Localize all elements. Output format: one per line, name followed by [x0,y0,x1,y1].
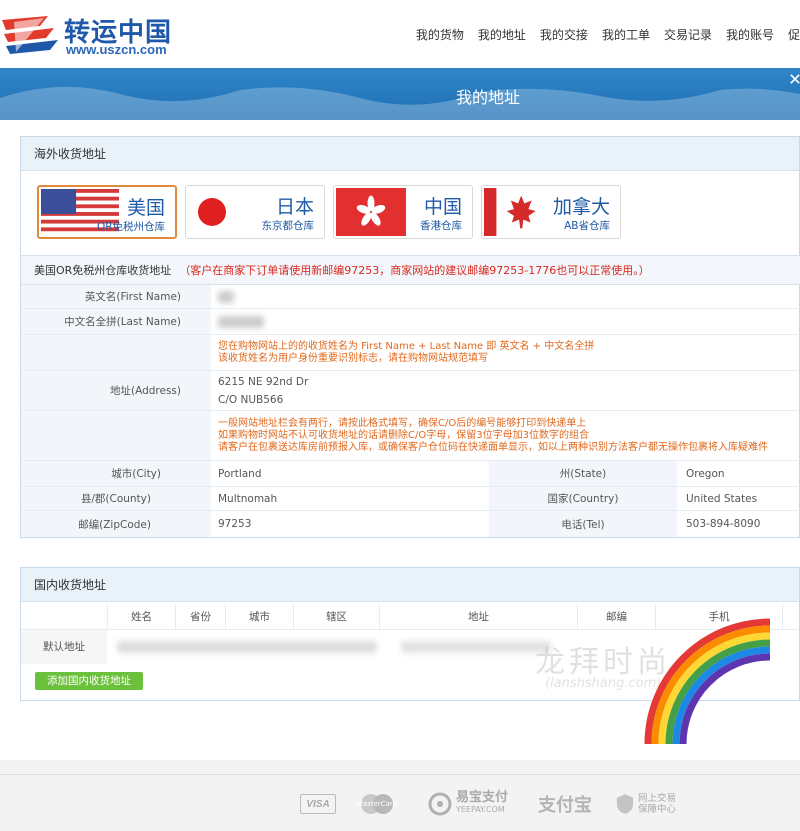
city-label: 城市(City) [21,461,211,486]
county-value[interactable]: Multnomah [218,487,277,510]
overseas-address-panel: 海外收货地址 美国 OR免税州仓库 日本 东京都仓库 中国 香港仓库 加拿大 A… [20,136,800,538]
trust-center-logo: 网上交易 保障中心 [606,790,686,818]
footer-divider [0,774,800,775]
warehouse-name: 日本 [275,196,314,218]
yeepay-logo: 易宝支付 YEEPAY.COM [414,790,522,818]
domestic-panel-title: 国内收货地址 [21,568,799,602]
address-tip-3: 请客户在包裹送达库房前预报入库，或确保客户仓位码在快递面单显示，如以上两种识别方… [218,441,768,453]
county-label: 县/郡(County) [21,487,211,510]
warehouse-name: 美国 [126,197,165,219]
rainbow-sticker-icon [644,618,770,744]
address-label: 地址(Address) [21,371,211,410]
yeepay-sub: YEEPAY.COM [455,805,505,814]
yeepay-icon [428,792,452,816]
address-line1[interactable]: 6215 NE 92nd Dr [218,376,308,388]
visa-logo: VISA [300,794,336,814]
top-header: 转运中国 www.uszcn.com 我的货物 我的地址 我的交接 我的工单 交… [0,0,800,68]
country-value[interactable]: United States [686,487,757,510]
main-nav: 我的货物 我的地址 我的交接 我的工单 交易记录 我的账号 促 [409,26,800,43]
nav-promo[interactable]: 促 [781,26,800,43]
logo-swoosh-icon[interactable] [0,12,60,56]
close-icon[interactable] [790,74,800,84]
row-name-tip: 您在购物网站上的的收货姓名为 First Name + Last Name 即 … [21,335,800,371]
tel-value[interactable]: 503-894-8090 [686,511,760,537]
tab-warehouse-us[interactable]: 美国 OR免税州仓库 [37,185,177,239]
col-city: 城市 [225,604,293,630]
row-first-name: 英文名(First Name) [21,285,800,309]
canada-flag-icon [484,188,546,236]
row-last-name: 中文名全拼(Last Name) [21,309,800,335]
row-city-state: 城市(City) Portland 州(State) Oregon [21,461,800,487]
logo-url: www.uszcn.com [66,42,167,57]
nav-my-tickets[interactable]: 我的工单 [595,26,657,43]
add-domestic-address-button[interactable]: 添加国内收货地址 [35,672,143,690]
last-name-value[interactable] [218,309,264,334]
col-address: 地址 [379,604,577,630]
default-address-label: 默认地址 [21,630,107,664]
first-name-value[interactable] [218,285,234,308]
warehouse-name: 加拿大 [552,196,610,218]
zip-notice: （客户在商家下订单请使用新邮编97253，商家网站的建议邮编97253-1776… [179,264,650,277]
row-address-tip: 一般网站地址栏会有两行，请按此格式填写，确保C/O后的编号能够打印到快递单上 如… [21,411,800,461]
nav-my-account[interactable]: 我的账号 [719,26,781,43]
last-name-label: 中文名全拼(Last Name) [21,309,211,334]
row-address: 地址(Address) 6215 NE 92nd Dr C/O NUB566 [21,371,800,411]
address-tip-2: 如果购物时网站不认可收货地址的话请删除C/O字母，保留3位字母加3位数字的组合 [218,429,589,441]
address-tip-1: 一般网站地址栏会有两行，请按此格式填写，确保C/O后的编号能够打印到快递单上 [218,417,587,429]
first-name-label: 英文名(First Name) [21,285,211,308]
address-heading: 美国OR免税州仓库收货地址 （客户在商家下订单请使用新邮编97253，商家网站的建… [21,255,800,285]
nav-my-handover[interactable]: 我的交接 [533,26,595,43]
tab-warehouse-japan[interactable]: 日本 东京都仓库 [185,185,325,239]
japan-flag-icon [198,198,226,226]
page-title: 我的地址 [455,88,520,107]
warehouse-tabs: 美国 OR免税州仓库 日本 东京都仓库 中国 香港仓库 加拿大 AB省仓库 [37,185,621,239]
trust-text-1: 网上交易 [637,793,676,804]
warehouse-name: 中国 [423,196,462,218]
city-value[interactable]: Portland [218,461,262,486]
col-province: 省份 [175,604,225,630]
name-tip-1: 您在购物网站上的的收货姓名为 First Name + Last Name 即 … [218,340,595,352]
shield-icon [616,794,634,814]
hongkong-flag-icon [336,188,406,236]
col-district: 辖区 [293,604,379,630]
country-label: 国家(Country) [489,487,677,510]
warehouse-sub: OR免税州仓库 [96,221,165,233]
trust-text-2: 保障中心 [637,804,676,815]
warehouse-sub: 香港仓库 [420,220,462,232]
tel-label: 电话(Tel) [489,511,677,537]
nav-my-goods[interactable]: 我的货物 [409,26,471,43]
address-heading-text: 美国OR免税州仓库收货地址 [34,264,172,277]
tab-warehouse-hongkong[interactable]: 中国 香港仓库 [333,185,473,239]
yeepay-text: 易宝支付 [455,790,508,805]
alipay-logo: 支付宝 [538,795,592,816]
mastercard-logo: MasterCard [356,793,398,815]
mastercard-text: MasterCard [356,800,398,808]
tab-warehouse-canada[interactable]: 加拿大 AB省仓库 [481,185,621,239]
address-line2[interactable]: C/O NUB566 [218,394,283,406]
warehouse-sub: AB省仓库 [564,220,610,232]
row-zip-tel: 邮编(ZipCode) 97253 电话(Tel) 503-894-8090 [21,511,800,537]
page-banner: 我的地址 [0,68,800,120]
state-label: 州(State) [489,461,677,486]
row-county-country: 县/郡(County) Multnomah 国家(Country) United… [21,487,800,511]
col-name: 姓名 [107,604,175,630]
state-value[interactable]: Oregon [686,461,725,486]
nav-transactions[interactable]: 交易记录 [657,26,719,43]
footer: VISA MasterCard 易宝支付 YEEPAY.COM 支付宝 网上交易… [0,760,800,831]
name-tip-2: 该收货姓名为用户身份重要识别标志，请在购物网站规范填写 [218,352,488,364]
overseas-panel-title: 海外收货地址 [21,137,799,171]
nav-my-address[interactable]: 我的地址 [471,26,533,43]
warehouse-sub: 东京都仓库 [261,220,315,232]
zip-value[interactable]: 97253 [218,511,251,537]
zip-label: 邮编(ZipCode) [21,511,211,537]
